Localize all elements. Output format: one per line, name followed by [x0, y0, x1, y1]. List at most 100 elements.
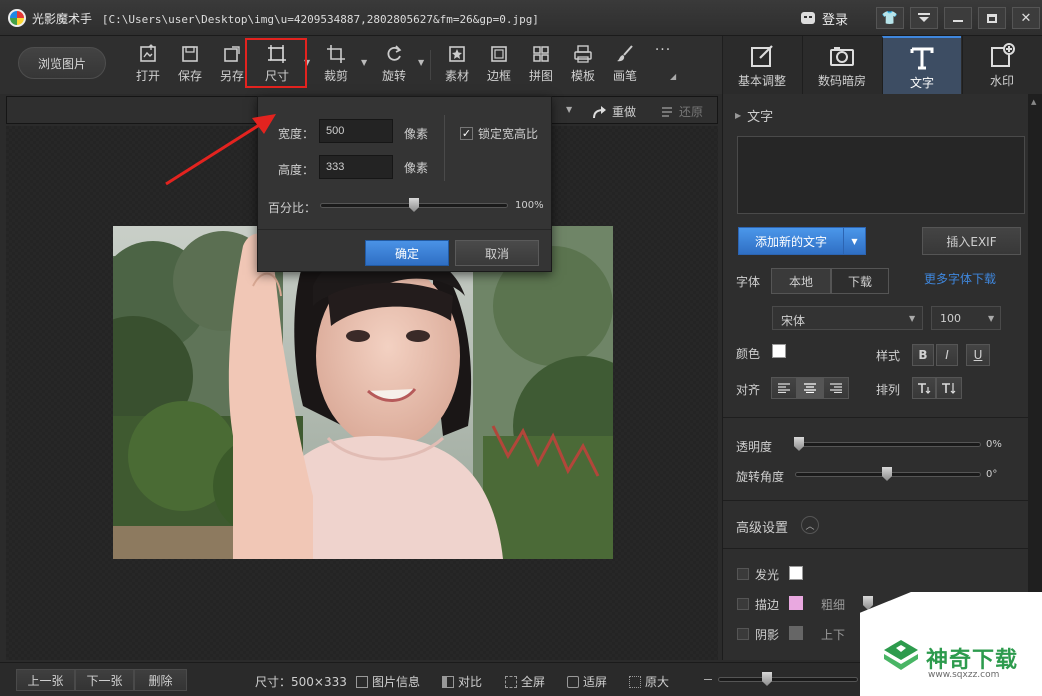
font-local-tab[interactable]: 本地: [771, 268, 831, 294]
restore-button[interactable]: 还原: [659, 103, 703, 120]
watermark-logo-icon: [884, 640, 918, 670]
height-unit-label: 像素: [404, 161, 429, 175]
next-image-button[interactable]: 下一张: [75, 669, 134, 691]
opacity-value: 0%: [986, 439, 1002, 450]
font-size-select[interactable]: 100 ▼: [931, 306, 1001, 330]
sticker-label: 素材: [444, 69, 469, 83]
save-icon: [182, 46, 198, 62]
stroke-checkbox[interactable]: [737, 598, 749, 610]
menu-button[interactable]: [910, 7, 938, 29]
crop-dropdown-icon[interactable]: ▼: [361, 58, 369, 67]
text-content-area[interactable]: [737, 136, 1025, 214]
delete-image-button[interactable]: 删除: [134, 669, 187, 691]
shadow-color-swatch[interactable]: [789, 626, 803, 640]
font-name-dropdown-icon: ▼: [909, 314, 916, 323]
rotate-dropdown-icon[interactable]: ▼: [418, 58, 426, 67]
text-section-title: 文字: [747, 110, 774, 125]
panel-scrollbar[interactable]: ▲: [1028, 94, 1042, 660]
rotate-button[interactable]: 旋转: [376, 44, 412, 88]
zoom-out-icon[interactable]: [704, 679, 712, 680]
save-label: 保存: [177, 69, 202, 83]
cancel-button[interactable]: 取消: [455, 240, 539, 266]
horizontal-text-button[interactable]: [912, 377, 936, 399]
main-toolbar: 浏览图片 打开 保存 另存 尺寸 ▼ 裁剪 ▼ 旋转 ▼ 素材 边框 拼图 模板: [0, 36, 722, 94]
add-text-dropdown-icon[interactable]: ▼: [843, 228, 865, 254]
updown-label: 上下: [821, 628, 846, 642]
browse-images-button[interactable]: 浏览图片: [18, 47, 106, 79]
fit-screen-button[interactable]: 适屏: [567, 673, 607, 690]
compare-button[interactable]: 对比: [442, 673, 482, 690]
align-left-icon: [778, 383, 790, 393]
glow-color-swatch[interactable]: [789, 566, 803, 580]
font-size-value: 100: [940, 312, 961, 325]
minimize-button[interactable]: [944, 7, 972, 29]
align-left-button[interactable]: [771, 377, 797, 399]
height-input[interactable]: [319, 155, 393, 179]
template-button[interactable]: 模板: [565, 44, 601, 88]
opacity-slider-track[interactable]: [795, 442, 981, 447]
underline-button[interactable]: U: [966, 344, 990, 366]
open-button[interactable]: 打开: [130, 44, 166, 88]
vertical-text-button[interactable]: [936, 377, 962, 399]
maximize-button[interactable]: [978, 7, 1006, 29]
brush-button[interactable]: 画笔: [607, 44, 643, 88]
opacity-slider-thumb[interactable]: [794, 437, 804, 451]
close-button[interactable]: ✕: [1012, 7, 1040, 29]
resize-dialog: 宽度： 像素 高度： 像素 ✓ 锁定宽高比 百分比： 100% 确定 取消: [257, 96, 552, 272]
tab-digital-darkroom-label: 数码暗房: [817, 74, 866, 88]
file-path: [C:\Users\user\Desktop\img\u=4209534887,…: [101, 13, 539, 26]
redo-button[interactable]: 重做: [592, 103, 636, 120]
width-unit-label: 像素: [404, 127, 429, 141]
fullscreen-label: 全屏: [521, 675, 546, 689]
glow-checkbox[interactable]: [737, 568, 749, 580]
insert-exif-button[interactable]: 插入EXIF: [922, 227, 1021, 255]
shadow-checkbox[interactable]: [737, 628, 749, 640]
checkmark-icon: ✓: [460, 127, 473, 140]
zoom-slider-thumb[interactable]: [762, 672, 772, 686]
text-color-swatch[interactable]: [772, 344, 786, 358]
bold-button[interactable]: B: [912, 344, 934, 366]
zoom-slider-track[interactable]: [718, 677, 858, 682]
tab-basic-adjust[interactable]: 基本调整: [722, 36, 801, 94]
tab-watermark[interactable]: 水印: [962, 36, 1041, 94]
sticker-button[interactable]: 素材: [439, 44, 475, 88]
font-download-tab[interactable]: 下载: [831, 268, 889, 294]
redo-label: 重做: [612, 105, 637, 119]
restore-label: 还原: [679, 105, 704, 119]
frame-button[interactable]: 边框: [481, 44, 517, 88]
vertical-text-icon: [942, 383, 956, 394]
site-watermark: 神奇下载 www.sqxzz.com: [860, 592, 1042, 696]
percent-slider-thumb[interactable]: [409, 198, 419, 212]
fullscreen-button[interactable]: 全屏: [505, 673, 545, 690]
prev-image-button[interactable]: 上一张: [16, 669, 75, 691]
font-label: 字体: [736, 275, 761, 289]
rotation-slider-thumb[interactable]: [882, 467, 892, 481]
history-dropdown-icon[interactable]: ▼: [566, 105, 572, 114]
skin-button[interactable]: 👕: [876, 7, 904, 29]
align-right-button[interactable]: [823, 377, 849, 399]
collage-button[interactable]: 拼图: [523, 44, 559, 88]
align-center-button[interactable]: [797, 377, 823, 399]
lock-ratio-checkbox[interactable]: ✓ 锁定宽高比: [460, 125, 538, 142]
more-fonts-link[interactable]: 更多字体下载: [924, 270, 996, 287]
font-name-select[interactable]: 宋体 ▼: [772, 306, 923, 330]
ok-button[interactable]: 确定: [365, 240, 449, 266]
user-icon: [801, 12, 815, 24]
login-button[interactable]: 登录: [794, 7, 854, 29]
crop-button[interactable]: 裁剪: [318, 44, 354, 88]
italic-button[interactable]: I: [936, 344, 958, 366]
save-button[interactable]: 保存: [172, 44, 208, 88]
scroll-up-icon[interactable]: ▲: [1031, 98, 1036, 106]
add-text-button[interactable]: 添加新的文字: [739, 228, 843, 254]
text-section-header[interactable]: ▶ 文字: [735, 106, 773, 125]
stroke-color-swatch[interactable]: [789, 596, 803, 610]
tab-digital-darkroom[interactable]: 数码暗房: [802, 36, 881, 94]
original-size-button[interactable]: 原大: [629, 673, 669, 690]
tab-watermark-label: 水印: [989, 74, 1014, 88]
width-input[interactable]: [319, 119, 393, 143]
expand-arrow-icon[interactable]: ◢: [670, 72, 676, 81]
collapse-up-icon[interactable]: ︿: [801, 516, 819, 534]
image-info-button[interactable]: 图片信息: [356, 673, 420, 690]
thickness-slider-thumb[interactable]: [863, 596, 873, 610]
tab-text[interactable]: 文字: [882, 36, 961, 94]
